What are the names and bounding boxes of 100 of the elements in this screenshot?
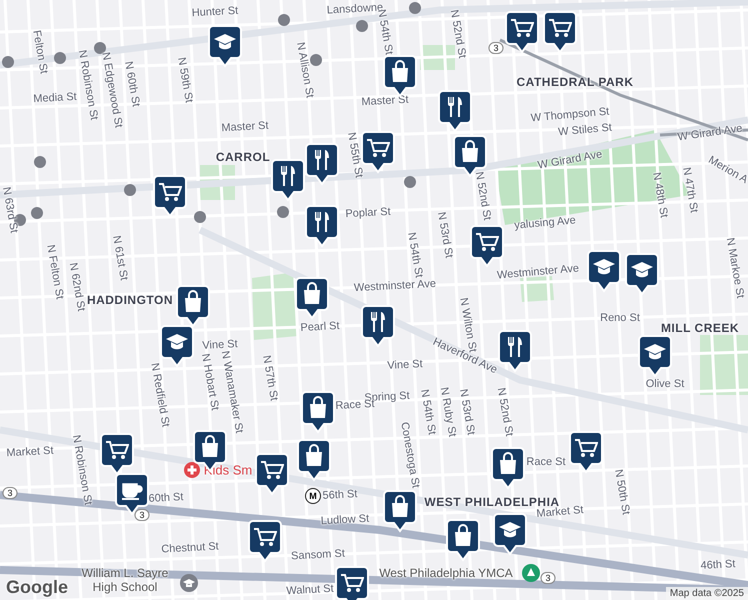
map-label: N 57th St (260, 354, 280, 402)
map-label: Master St (361, 94, 409, 108)
map-label: W Stiles St (558, 122, 612, 138)
place-icon (54, 52, 66, 64)
cart-icon (549, 20, 571, 37)
map-label: Market St (6, 444, 54, 460)
map-label: Reno St (600, 312, 640, 324)
fork-knife-icon (315, 150, 329, 170)
map-label: Felton St (30, 29, 50, 75)
map-logo: Google (6, 577, 68, 598)
shopping-bag-icon (304, 283, 320, 304)
place-icon (522, 564, 540, 582)
fork-knife-icon (508, 337, 522, 357)
shopping-bag-icon (392, 61, 408, 82)
map-label: Master St (221, 120, 269, 134)
graduation-cap-icon (593, 259, 615, 274)
fork-knife-icon (371, 312, 385, 332)
cart-icon (254, 529, 276, 546)
attribution-text: Map data ©2025 (666, 587, 748, 600)
map-label: N 53rd St (435, 211, 455, 259)
cart-icon (367, 140, 389, 157)
map-label: Westminster Ave (354, 278, 436, 294)
graduation-cap-icon (214, 34, 236, 50)
map-label: N 55th St (345, 131, 365, 179)
cart-icon (159, 184, 181, 201)
map-label: N 53rd St (457, 388, 477, 436)
map-label: Media St (33, 90, 77, 106)
map-label: Poplar St (345, 206, 391, 220)
map-label: N 63rd St (0, 186, 20, 234)
place-icon (409, 2, 421, 14)
fork-knife-icon (448, 97, 462, 117)
map-label: W Thompson St (530, 106, 610, 124)
place-icon (356, 20, 368, 32)
shopping-bag-icon (306, 445, 322, 466)
place-icon (94, 42, 106, 54)
map-label: N Markoe St (724, 236, 746, 300)
map-label: Pearl St (300, 320, 340, 334)
map-label: N Hobart St (199, 352, 221, 412)
map-label: W Girard Ave (676, 122, 744, 144)
map-label: Vine St (387, 358, 423, 372)
place-icon (31, 207, 43, 219)
cart-icon (476, 234, 498, 251)
cart-icon (261, 462, 283, 479)
shopping-bag-icon (500, 453, 516, 474)
graduation-cap-icon (166, 334, 188, 350)
map-label: N 61st St (110, 234, 130, 282)
map-label: Chestnut St (160, 540, 220, 556)
shopping-bag-icon (310, 397, 326, 418)
map-label: 60th St (148, 491, 184, 505)
coffee-cup-icon (122, 484, 142, 499)
map-label: N 52nd St (448, 8, 468, 60)
place-icon (277, 206, 289, 218)
cart-icon (575, 440, 597, 457)
shopping-bag-icon (185, 291, 201, 312)
map-label: N 48th St (650, 171, 670, 219)
shopping-bag-icon (462, 141, 478, 162)
map-label: N Ruby St (438, 386, 458, 438)
map-label: CARROL (216, 150, 270, 164)
shopping-bag-icon (392, 496, 408, 517)
place-icon (278, 14, 290, 26)
map-label: Vine St (202, 338, 238, 352)
cart-icon (341, 575, 363, 592)
shopping-bag-icon (202, 436, 218, 457)
shopping-bag-icon (455, 525, 471, 546)
map-label: N Redfield St (148, 362, 172, 428)
map-label: N 50th St (612, 468, 632, 516)
map-label: yalusing Ave (514, 214, 576, 232)
place-icon (2, 56, 14, 68)
map-label: West Philadelphia YMCA (379, 566, 513, 580)
place-icon (34, 156, 46, 168)
map-label: N 59th St (175, 56, 195, 104)
map-label: MILL CREEK (660, 321, 740, 335)
map-label: N 52nd St (472, 170, 494, 222)
map-label: N 52nd St (494, 386, 516, 438)
map-label: Ludlow St (320, 512, 370, 528)
map-label: Hunter St (191, 4, 239, 20)
map-label: HADDINGTON (86, 293, 174, 307)
park-area (252, 272, 298, 340)
map-label: 56th St (322, 488, 358, 502)
map-label: N 54th St (405, 231, 425, 279)
map-label: N Edgewood St (99, 51, 125, 129)
map-label: N Robinson St (76, 49, 100, 121)
map-label: CATHEDRAL PARK (516, 75, 634, 89)
map-label: Sansom St (290, 548, 346, 562)
cart-icon (106, 442, 128, 459)
cart-icon (511, 20, 533, 37)
map-label: N 62nd St (66, 262, 88, 312)
map-label: N Felton St (44, 244, 66, 300)
place-icon (124, 184, 136, 196)
map-label: W Girard Ave (536, 148, 604, 172)
fork-knife-icon (315, 212, 329, 232)
place-icon (404, 176, 416, 188)
map-label: 46th St (700, 558, 736, 572)
map-label: Westminster Ave (496, 262, 580, 282)
map-label: N Allison St (294, 41, 316, 99)
graduation-cap-icon (644, 344, 666, 360)
map-label: Walnut St (286, 582, 334, 598)
map-pin[interactable] (335, 566, 369, 600)
place-icon (310, 54, 322, 66)
map-label: N Robinson St (70, 434, 94, 506)
